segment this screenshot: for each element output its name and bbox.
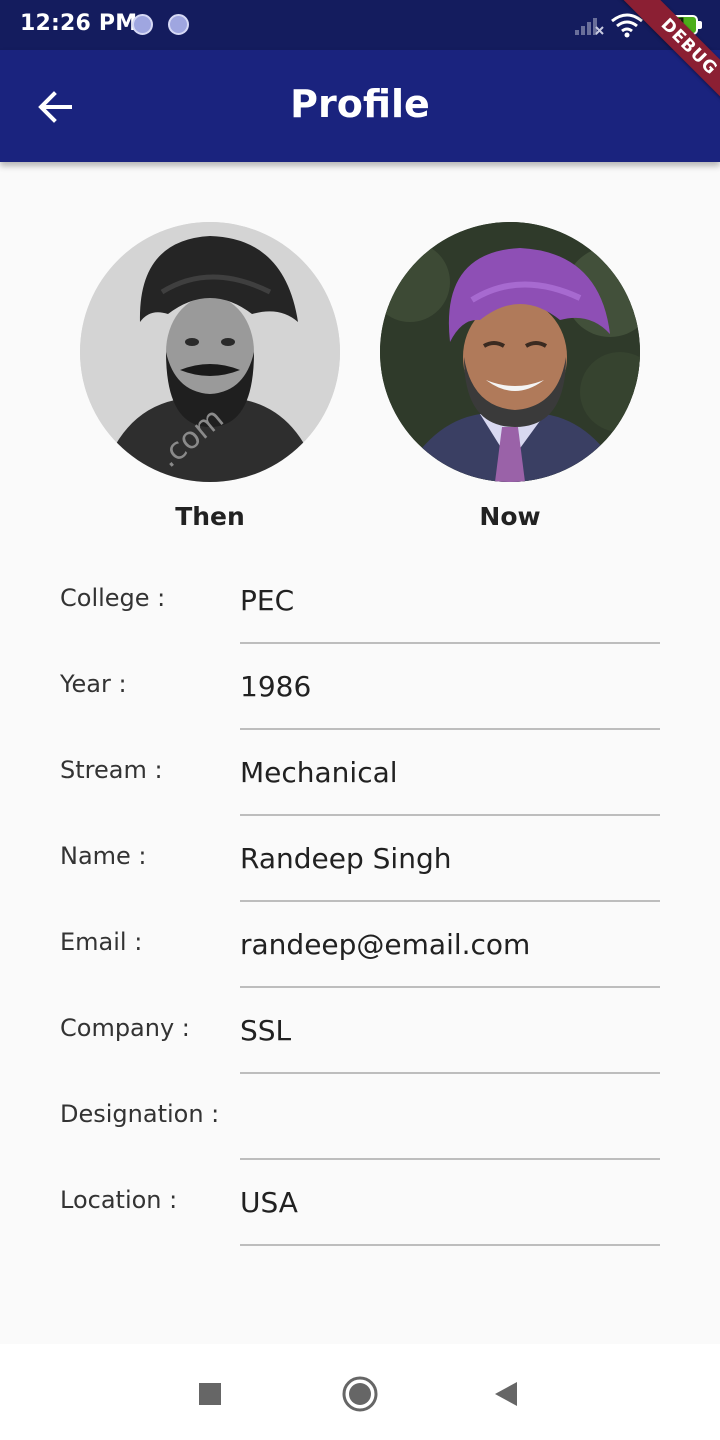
- then-caption: Then: [175, 502, 245, 531]
- college-underline: [240, 642, 660, 644]
- company-row: Company : SSL: [0, 1014, 720, 1100]
- company-field[interactable]: SSL: [240, 1014, 291, 1047]
- stream-label: Stream :: [60, 756, 163, 784]
- system-nav-bar: [0, 1344, 720, 1440]
- college-field[interactable]: PEC: [240, 584, 294, 617]
- then-photo: .com: [80, 222, 340, 482]
- college-label: College :: [60, 584, 166, 612]
- stream-underline: [240, 814, 660, 816]
- location-field[interactable]: USA: [240, 1186, 298, 1219]
- status-bar: 12:26 PM 91: [0, 0, 720, 50]
- status-time: 12:26 PM: [20, 11, 138, 36]
- page-title: Profile: [290, 82, 430, 126]
- notification-dot-icon: [132, 14, 153, 35]
- name-field[interactable]: Randeep Singh: [240, 842, 451, 875]
- designation-underline: [240, 1158, 660, 1160]
- now-photo: [380, 222, 640, 482]
- designation-row: Designation :: [0, 1100, 720, 1186]
- signal-icon: [575, 18, 604, 35]
- email-label: Email :: [60, 928, 143, 956]
- location-row: Location : USA: [0, 1186, 720, 1272]
- name-row: Name : Randeep Singh: [0, 842, 720, 928]
- email-underline: [240, 986, 660, 988]
- email-row: Email : randeep@email.com: [0, 928, 720, 1014]
- location-underline: [240, 1244, 660, 1246]
- name-label: Name :: [60, 842, 147, 870]
- recents-button[interactable]: [190, 1374, 230, 1414]
- stream-row: Stream : Mechanical: [0, 756, 720, 842]
- notification-dot-icon: [168, 14, 189, 35]
- company-label: Company :: [60, 1014, 190, 1042]
- company-underline: [240, 1072, 660, 1074]
- battery-nub: [698, 21, 702, 29]
- year-row: Year : 1986: [0, 670, 720, 756]
- year-label: Year :: [60, 670, 127, 698]
- year-underline: [240, 728, 660, 730]
- designation-label: Designation :: [60, 1100, 220, 1128]
- stream-field[interactable]: Mechanical: [240, 756, 398, 789]
- nav-back-button[interactable]: [486, 1374, 526, 1414]
- home-circle-icon: [342, 1376, 378, 1412]
- email-field[interactable]: randeep@email.com: [240, 928, 530, 961]
- recents-square-icon: [199, 1383, 221, 1405]
- year-field[interactable]: 1986: [240, 670, 311, 703]
- name-underline: [240, 900, 660, 902]
- back-triangle-icon: [495, 1382, 517, 1406]
- college-row: College : PEC: [0, 584, 720, 670]
- now-caption: Now: [479, 502, 541, 531]
- home-button[interactable]: [340, 1374, 380, 1414]
- location-label: Location :: [60, 1186, 178, 1214]
- app-bar: Profile: [0, 50, 720, 162]
